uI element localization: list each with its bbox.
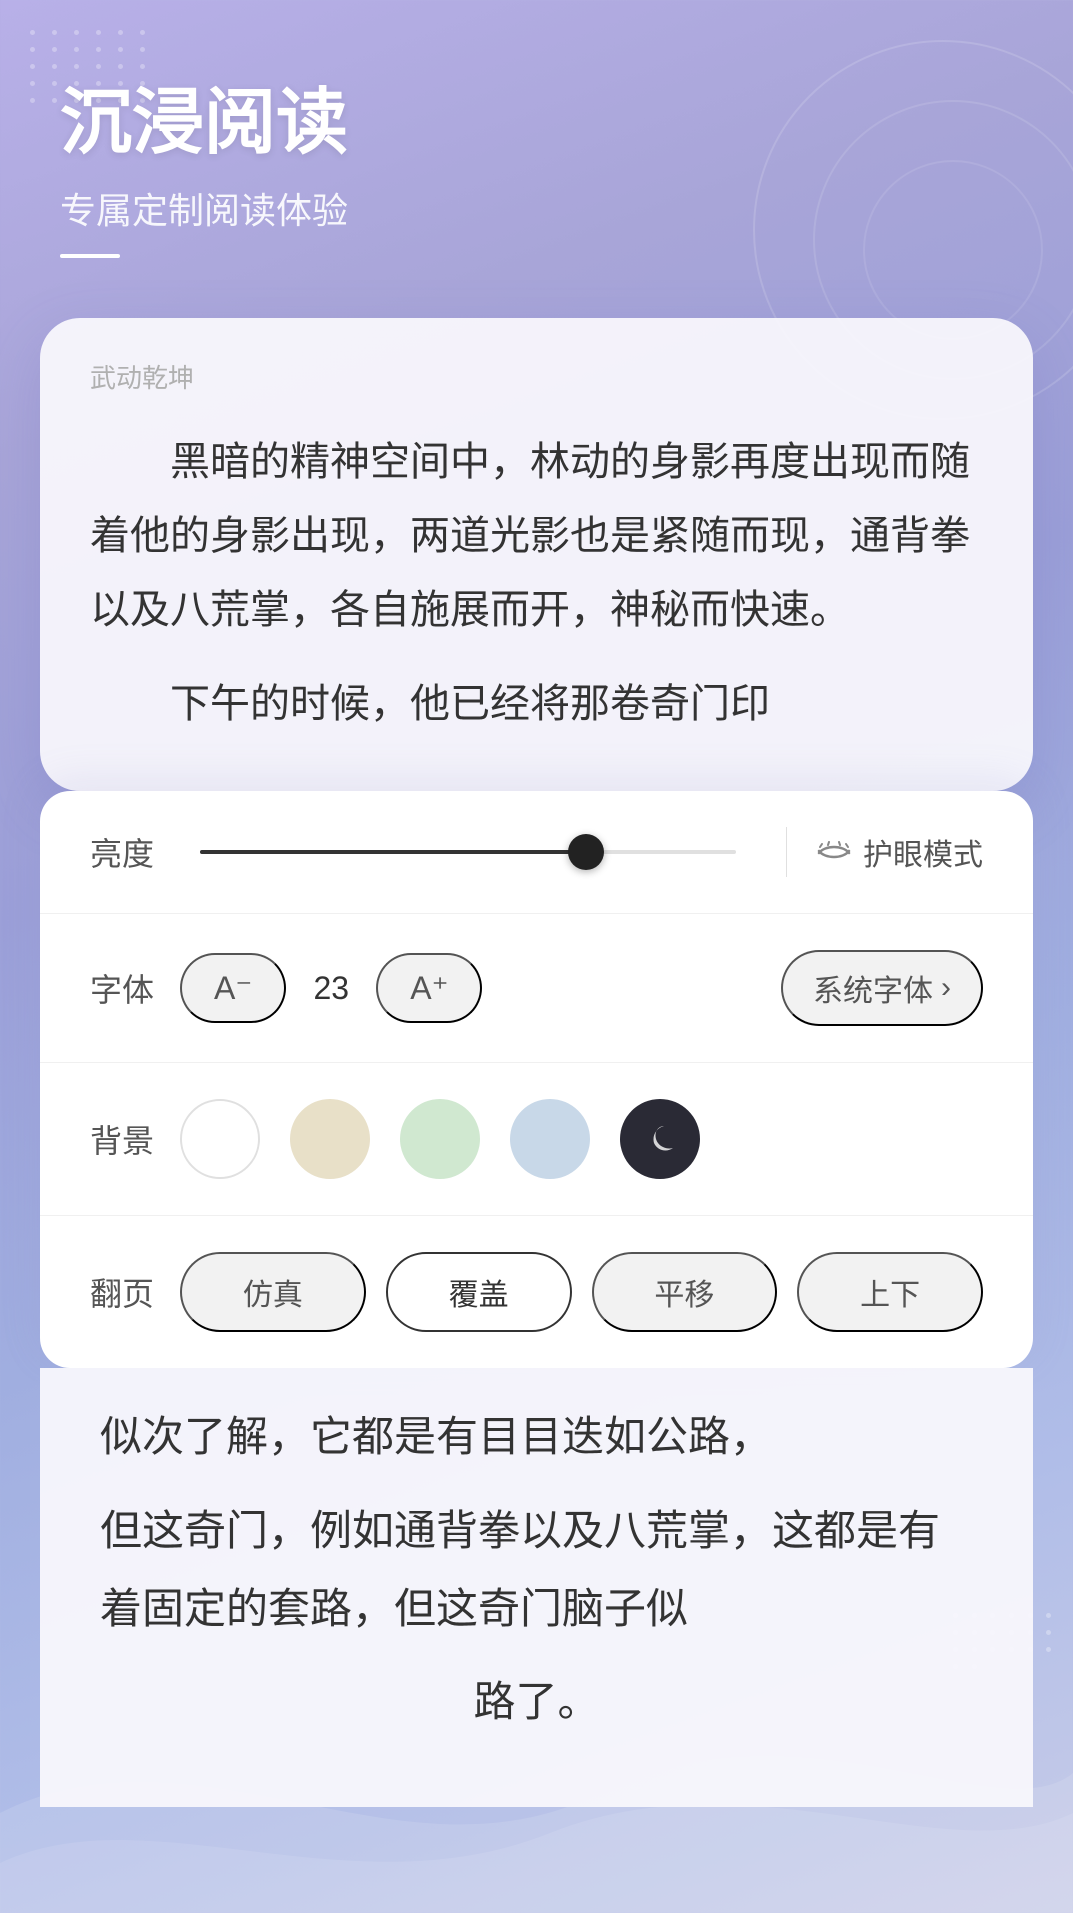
- eye-mode-button[interactable]: 护眼模式: [817, 830, 983, 874]
- bottom-text: 似次了解，它都是有目目迭如公路， 但这奇门，例如通背拳以及八荒掌，这都是有着固定…: [100, 1398, 973, 1741]
- font-size-display: 23: [306, 970, 356, 1007]
- font-row: 字体 A⁻ 23 A⁺ 系统字体 ›: [40, 914, 1033, 1063]
- page-turn-label: 翻页: [90, 1269, 180, 1315]
- background-options: [180, 1099, 983, 1179]
- bg-option-beige[interactable]: [290, 1099, 370, 1179]
- page-turn-slide[interactable]: 平移: [592, 1252, 778, 1332]
- brightness-controls: 护眼模式: [180, 827, 983, 877]
- title-divider: [60, 254, 120, 258]
- page-turn-cover[interactable]: 覆盖: [386, 1252, 572, 1332]
- font-label: 字体: [90, 965, 180, 1011]
- bottom-paragraph-2: 但这奇门，例如通背拳以及八荒掌，这都是有着固定的套路，但这奇门脑子似: [100, 1492, 973, 1647]
- bottom-reading-section: 似次了解，它都是有目目迭如公路， 但这奇门，例如通背拳以及八荒掌，这都是有着固定…: [40, 1368, 1033, 1807]
- page-turn-simulation[interactable]: 仿真: [180, 1252, 366, 1332]
- reading-text: 黑暗的精神空间中，林动的身影再度出现而随着他的身影出现，两道光影也是紧随而现，通…: [90, 425, 983, 741]
- eye-mode-label: 护眼模式: [863, 830, 983, 874]
- page-turn-updown[interactable]: 上下: [797, 1252, 983, 1332]
- paragraph-1: 黑暗的精神空间中，林动的身影再度出现而随着他的身影出现，两道光影也是紧随而现，通…: [90, 425, 983, 647]
- brightness-slider-container[interactable]: [180, 850, 756, 854]
- paragraph-2: 下午的时候，他已经将那卷奇门印: [90, 667, 983, 741]
- bg-option-dark[interactable]: [620, 1099, 700, 1179]
- font-family-label: 系统字体: [813, 966, 933, 1010]
- vertical-divider: [786, 827, 787, 877]
- bottom-paragraph-3: 路了。: [100, 1663, 973, 1741]
- reading-card: 武动乾坤 黑暗的精神空间中，林动的身影再度出现而随着他的身影出现，两道光影也是紧…: [40, 318, 1033, 791]
- font-decrease-button[interactable]: A⁻: [180, 953, 286, 1023]
- background-row: 背景: [40, 1063, 1033, 1216]
- brightness-row: 亮度: [40, 791, 1033, 914]
- background-label: 背景: [90, 1116, 180, 1162]
- settings-panel: 亮度: [40, 791, 1033, 1368]
- font-increase-button[interactable]: A⁺: [376, 953, 482, 1023]
- main-title: 沉浸阅读: [60, 80, 1013, 166]
- bg-option-blue[interactable]: [510, 1099, 590, 1179]
- font-family-button[interactable]: 系统字体 ›: [781, 950, 983, 1026]
- page-turn-options: 仿真 覆盖 平移 上下: [180, 1252, 983, 1332]
- page-turn-row: 翻页 仿真 覆盖 平移 上下: [40, 1216, 1033, 1368]
- title-section: 沉浸阅读 专属定制阅读体验: [60, 80, 1013, 258]
- book-title: 武动乾坤: [90, 358, 983, 395]
- moon-icon: [644, 1120, 676, 1159]
- subtitle: 专属定制阅读体验: [60, 182, 1013, 234]
- bg-option-green[interactable]: [400, 1099, 480, 1179]
- main-content: 沉浸阅读 专属定制阅读体验 武动乾坤 黑暗的精神空间中，林动的身影再度出现而随着…: [0, 0, 1073, 1807]
- bg-option-white[interactable]: [180, 1099, 260, 1179]
- slider-fill: [200, 850, 586, 854]
- slider-track: [200, 850, 736, 854]
- font-controls: A⁻ 23 A⁺ 系统字体 ›: [180, 950, 983, 1026]
- chevron-right-icon: ›: [941, 971, 951, 1005]
- eye-icon: [817, 836, 851, 868]
- bottom-paragraph-1: 似次了解，它都是有目目迭如公路，: [100, 1398, 973, 1476]
- slider-thumb[interactable]: [568, 834, 604, 870]
- brightness-label: 亮度: [90, 829, 180, 875]
